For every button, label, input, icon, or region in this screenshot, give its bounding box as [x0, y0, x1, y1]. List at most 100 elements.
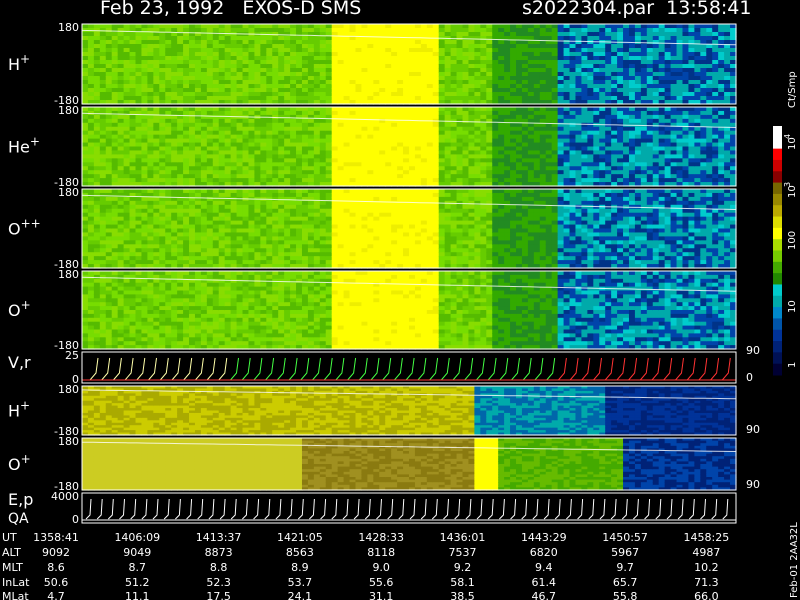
- spectrogram-cell: [284, 114, 291, 120]
- spectrogram-cell: [652, 142, 660, 148]
- spectrogram-cell: [319, 92, 327, 97]
- spectrogram-cell: [159, 142, 166, 148]
- spectrogram-cell: [646, 150, 654, 155]
- spectrogram-cell: [367, 48, 374, 53]
- spectrogram-cell: [266, 150, 273, 155]
- spectrogram-cell: [539, 114, 547, 120]
- spectrogram-cell: [545, 72, 553, 77]
- spectrogram-cell: [212, 92, 220, 97]
- spectrogram-cell: [218, 142, 226, 148]
- spectrogram-cell: [504, 130, 511, 136]
- spectrogram-cell: [385, 142, 392, 148]
- spectrogram-cell: [260, 72, 267, 77]
- spectrogram-cell: [397, 56, 404, 61]
- spectrogram-cell: [688, 32, 695, 37]
- spectrogram-cell: [379, 154, 386, 159]
- spectrogram-cell: [87, 200, 95, 206]
- spectrogram-cell: [248, 134, 256, 140]
- spectrogram-cell: [581, 134, 588, 140]
- spectrogram-cell: [640, 174, 648, 179]
- spectrogram-cell: [718, 96, 725, 101]
- spectrogram-cell: [581, 178, 588, 183]
- spectrogram-cell: [510, 110, 517, 116]
- spectrogram-cell: [194, 240, 202, 245]
- spectrogram-cell: [93, 244, 101, 249]
- spectrogram-cell: [640, 48, 648, 53]
- spectrogram-cell: [159, 130, 166, 136]
- spectrogram-cell: [456, 40, 464, 45]
- spectrogram-cell: [456, 56, 464, 61]
- spectrogram-cell: [373, 68, 380, 73]
- spectrogram-cell: [206, 118, 214, 124]
- spectrogram-cell: [123, 212, 131, 218]
- spectrogram-cell: [337, 40, 345, 45]
- spectrogram-cell: [218, 122, 226, 128]
- spectrogram-cell: [224, 240, 232, 245]
- spectrogram-cell: [581, 126, 588, 132]
- spectrogram-cell: [301, 28, 309, 33]
- spectrogram-cell: [706, 76, 713, 81]
- spectrogram-cell: [628, 134, 636, 140]
- spectrogram-cell: [242, 216, 250, 222]
- spectrogram-cell: [254, 122, 261, 128]
- spectrogram-cell: [664, 162, 672, 167]
- spectrogram-cell: [99, 48, 107, 53]
- spectrogram-cell: [153, 162, 160, 167]
- spectrogram-cell: [111, 256, 119, 261]
- spectrogram-cell: [177, 24, 184, 29]
- spectrogram-cell: [694, 56, 701, 61]
- spectrogram-cell: [420, 150, 428, 155]
- spectrogram-cell: [171, 88, 178, 93]
- spectrogram-cell: [712, 68, 719, 73]
- spectrogram-cell: [117, 138, 125, 144]
- spectrogram-cell: [379, 84, 386, 89]
- spectrogram-cell: [248, 220, 256, 226]
- spectrogram-cell: [141, 36, 148, 41]
- spectrogram-cell: [212, 244, 220, 249]
- spectrogram-cell: [206, 252, 214, 257]
- spectrogram-cell: [569, 174, 577, 179]
- spectrogram-cell: [628, 76, 636, 81]
- spectrogram-cell: [516, 28, 523, 33]
- spectrogram-cell: [290, 24, 297, 29]
- spectrogram-cell: [367, 92, 374, 97]
- spectrogram-cell: [712, 162, 719, 167]
- spectrogram-cell: [82, 248, 89, 253]
- spectrogram-cell: [563, 146, 571, 152]
- spectrogram-cell: [87, 96, 95, 101]
- spectrogram-cell: [301, 166, 309, 171]
- spectrogram-cell: [349, 107, 357, 112]
- spectrogram-cell: [183, 88, 190, 93]
- spectrogram-cell: [652, 126, 660, 132]
- spectrogram-cell: [242, 64, 250, 69]
- spectrogram-cell: [498, 154, 505, 159]
- spectrogram-cell: [617, 80, 624, 85]
- spectrogram-cell: [623, 126, 630, 132]
- spectrogram-cell: [521, 158, 529, 163]
- spectrogram-cell: [212, 208, 220, 214]
- spectrogram-cell: [224, 92, 232, 97]
- spectrogram-cell: [82, 200, 89, 206]
- spectrogram-cell: [117, 200, 125, 206]
- spectrogram-cell: [587, 76, 594, 81]
- spectrogram-cell: [224, 114, 232, 120]
- spectrogram-cell: [266, 68, 273, 73]
- spectrogram-cell: [278, 130, 285, 136]
- spectrogram-cell: [93, 166, 101, 171]
- spectrogram-cell: [456, 32, 464, 37]
- spectrogram-cell: [646, 158, 654, 163]
- spectrogram-cell: [527, 178, 535, 183]
- spectrogram-cell: [385, 174, 392, 179]
- spectrogram-cell: [379, 28, 386, 33]
- spectrogram-cell: [349, 76, 357, 81]
- spectrogram-cell: [670, 170, 678, 175]
- spectrogram-cell: [248, 28, 256, 33]
- spectrogram-cell: [480, 174, 487, 179]
- spectrogram-cell: [634, 76, 642, 81]
- spectrogram-cell: [379, 48, 386, 53]
- spectrogram-cell: [510, 60, 517, 65]
- spectrogram-cell: [611, 64, 618, 69]
- spectrogram-cell: [623, 107, 630, 112]
- spectrogram-cell: [123, 32, 131, 37]
- spectrogram-cell: [266, 76, 273, 81]
